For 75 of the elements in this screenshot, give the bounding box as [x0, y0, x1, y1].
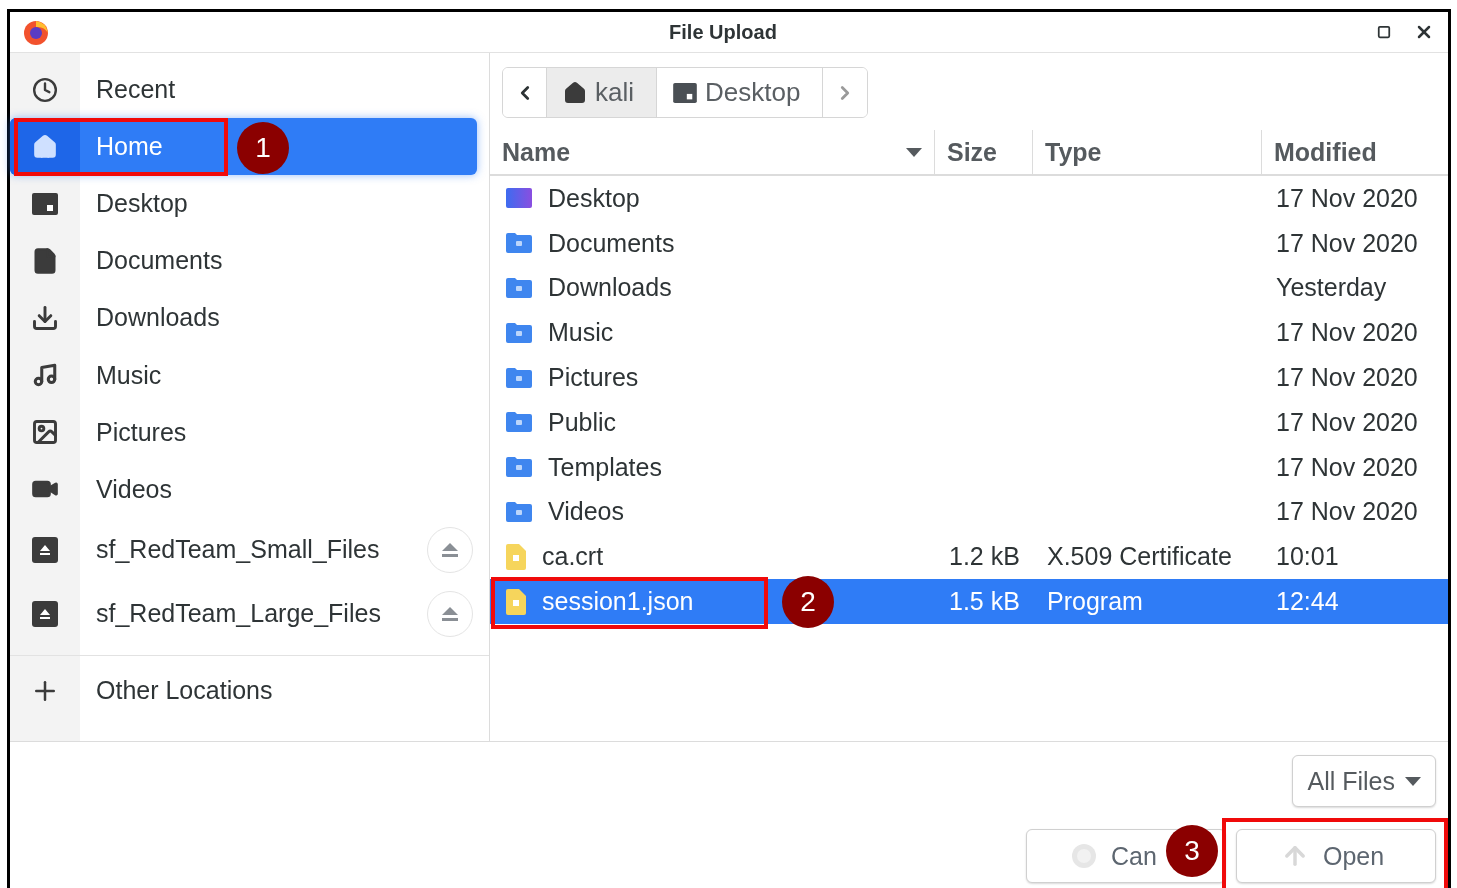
- window-title: File Upload: [668, 20, 778, 44]
- path-button[interactable]: kali: [547, 68, 657, 117]
- file-name: Pictures: [548, 363, 639, 393]
- file-type: X.509 Certificate: [1046, 542, 1233, 572]
- folder-icon: [506, 412, 532, 433]
- file-name: Templates: [548, 452, 662, 482]
- sidebar-item[interactable]: Music: [10, 346, 477, 404]
- file-row[interactable]: Music 17 Nov 2020: [490, 310, 1448, 356]
- drive-icon: [32, 536, 58, 563]
- browser-logo-icon: [22, 18, 50, 46]
- eject-button[interactable]: [427, 590, 473, 637]
- file-modified: 17 Nov 2020: [1275, 228, 1419, 258]
- file-icon: [506, 543, 526, 570]
- music-note-icon: [32, 362, 58, 388]
- file-modified: Yesterday: [1275, 273, 1388, 303]
- file-modified: 10:01: [1275, 542, 1340, 572]
- sidebar-item[interactable]: sf_RedTeam_Large_Files: [10, 581, 477, 646]
- open-button[interactable]: Open: [1236, 829, 1436, 883]
- caret-icon: [1405, 776, 1421, 786]
- eject-button[interactable]: [427, 526, 473, 573]
- file-name: Downloads: [548, 273, 672, 303]
- file-modified: 17 Nov 2020: [1275, 407, 1419, 437]
- clock-icon: [32, 76, 58, 103]
- sidebar-item[interactable]: Downloads: [10, 289, 477, 347]
- file-name: ca.crt: [542, 542, 604, 572]
- file-modified: 17 Nov 2020: [1275, 363, 1419, 393]
- folder-icon: [506, 233, 532, 254]
- folder-icon: [506, 322, 532, 343]
- file-row[interactable]: Public 17 Nov 2020: [490, 400, 1448, 445]
- file-name: Documents: [548, 228, 675, 258]
- folder-icon: [506, 278, 532, 298]
- sidebar-item[interactable]: sf_RedTeam_Small_Files: [10, 517, 477, 582]
- file-row[interactable]: Downloads Yesterday: [490, 265, 1448, 311]
- eject-icon: [440, 540, 460, 559]
- file-name: Music: [548, 318, 614, 348]
- file-name: Desktop: [548, 183, 640, 213]
- folder-icon: [506, 501, 532, 522]
- desktop-icon: [673, 82, 697, 103]
- file-size: 1.5 kB: [948, 587, 1021, 617]
- download-icon: [31, 303, 59, 332]
- file-name: Videos: [548, 497, 624, 527]
- back-button[interactable]: [503, 68, 547, 117]
- file-modified: 17 Nov 2020: [1275, 452, 1419, 482]
- folder-icon: [506, 457, 532, 478]
- file-row[interactable]: Pictures 17 Nov 2020: [490, 355, 1448, 400]
- sidebar-item[interactable]: Pictures: [10, 403, 477, 461]
- cancel-icon: [1071, 843, 1097, 869]
- file-icon: [506, 588, 526, 615]
- file-modified: 17 Nov 2020: [1275, 183, 1419, 213]
- file-modified: 12:44: [1275, 587, 1340, 617]
- file-name: Public: [548, 407, 617, 437]
- file-size: 1.2 kB: [948, 542, 1021, 572]
- sidebar-item[interactable]: Videos: [10, 460, 477, 518]
- picture-icon: [31, 418, 59, 447]
- file-row[interactable]: Documents 17 Nov 2020: [490, 220, 1448, 266]
- home-icon: [32, 133, 58, 160]
- file-modified: 17 Nov 2020: [1275, 318, 1419, 348]
- sidebar-item[interactable]: Other Locations: [10, 655, 477, 726]
- sidebar-item[interactable]: Desktop: [10, 175, 477, 233]
- desktop-folder-icon: [506, 188, 532, 209]
- sidebar-item[interactable]: Documents: [10, 232, 477, 290]
- file-modified: 17 Nov 2020: [1275, 497, 1419, 527]
- folder-icon: [506, 367, 532, 388]
- file-name: session1.json: [542, 587, 694, 617]
- sidebar-item[interactable]: Recent: [10, 61, 477, 119]
- file-row[interactable]: Desktop 17 Nov 2020: [490, 176, 1448, 221]
- file-type: Program: [1046, 587, 1144, 617]
- file-type-dropdown[interactable]: All Files: [1292, 755, 1436, 807]
- maximize-icon: [1377, 25, 1391, 39]
- desktop-icon: [32, 192, 58, 215]
- drive-icon: [32, 600, 58, 627]
- file-row[interactable]: Videos 17 Nov 2020: [490, 489, 1448, 535]
- file-row[interactable]: Templates 17 Nov 2020: [490, 444, 1448, 490]
- home-icon: [563, 80, 587, 105]
- eject-icon: [440, 604, 460, 623]
